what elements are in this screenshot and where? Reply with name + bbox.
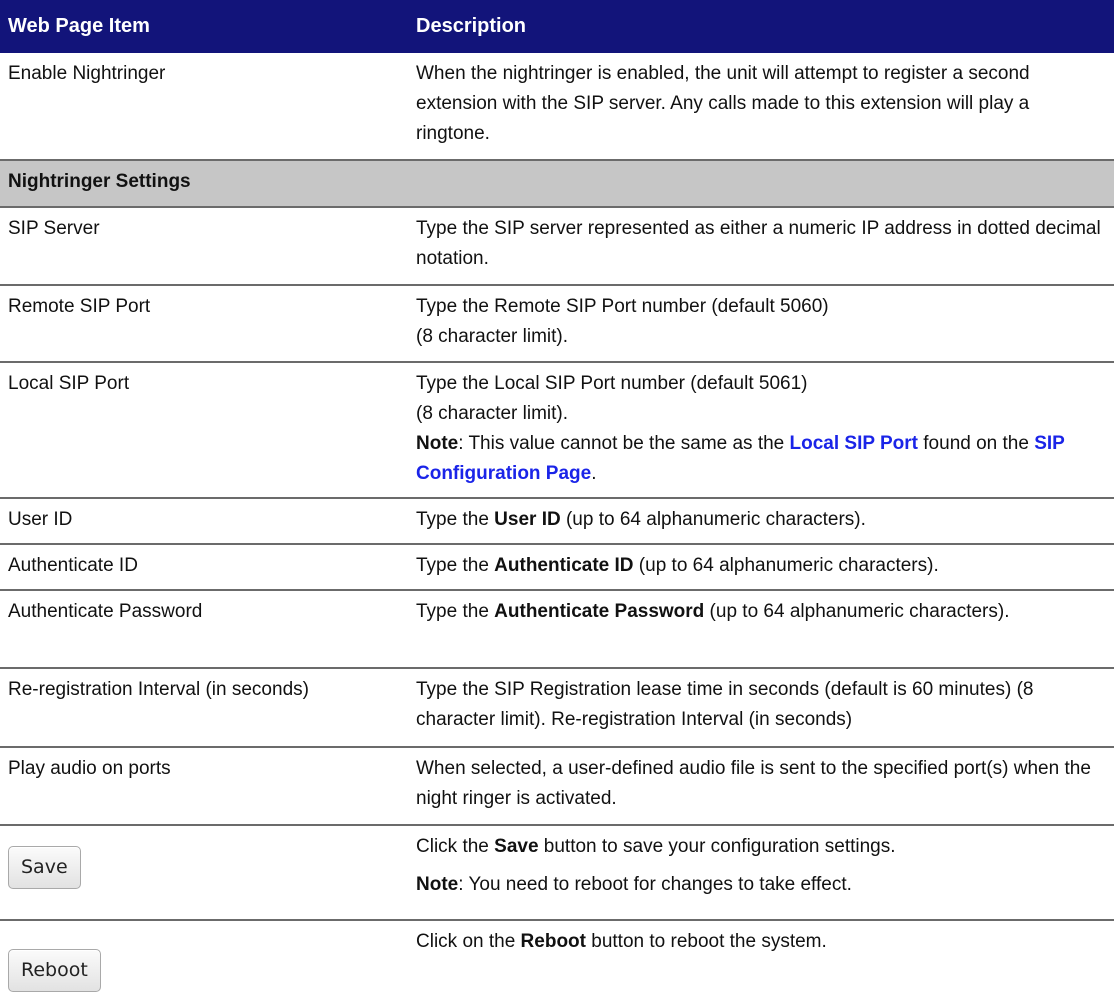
header-web-page-item: Web Page Item	[8, 15, 150, 37]
item-label: Remote SIP Port	[8, 296, 151, 317]
item-description: When selected, a user-defined audio file…	[416, 758, 1091, 809]
local-sip-port-link[interactable]: Local SIP Port	[790, 433, 918, 454]
note-text: Note: This value cannot be the same as t…	[416, 429, 1106, 489]
item-label: User ID	[8, 509, 73, 530]
desc-line: (8 character limit).	[416, 403, 569, 424]
item-description: Type the Authenticate ID (up to 64 alpha…	[410, 545, 1114, 589]
item-description: Type the Authenticate Password (up to 64…	[410, 591, 1114, 667]
item-description: Type the SIP Registration lease time in …	[416, 679, 1034, 730]
table-row-play-audio-on-ports: Play audio on ports When selected, a use…	[0, 748, 1114, 826]
desc-line: Type the Local SIP Port number (default …	[416, 373, 808, 394]
item-description: Type the Remote SIP Port number (default…	[410, 286, 1114, 361]
desc-fragment: Click on the	[416, 931, 521, 952]
note-fragment: found on the	[918, 433, 1035, 454]
note-fragment: : This value cannot be the same as the	[458, 433, 790, 454]
note-fragment: : You need to reboot for changes to take…	[458, 874, 852, 895]
table-row-user-id: User ID Type the User ID (up to 64 alpha…	[0, 499, 1114, 545]
desc-line: (8 character limit).	[416, 326, 569, 347]
note-label: Note	[416, 433, 459, 454]
note-text: Note: You need to reboot for changes to …	[416, 870, 1106, 900]
table-row-sip-server: SIP Server Type the SIP server represent…	[0, 208, 1114, 286]
note-label: Note	[416, 874, 459, 895]
desc-fragment: button to reboot the system.	[585, 931, 827, 952]
table-row-local-sip-port: Local SIP Port Type the Local SIP Port n…	[0, 363, 1114, 499]
table-header: Web Page Item Description	[0, 0, 1114, 53]
table-row-enable-nightringer: Enable Nightringer When the nightringer …	[0, 53, 1114, 161]
item-button-cell: Reboot	[0, 921, 410, 1006]
desc-bold: Authenticate Password	[494, 601, 705, 622]
settings-table: Web Page Item Description Enable Nightri…	[0, 0, 1114, 1006]
item-description: Type the User ID (up to 64 alphanumeric …	[410, 499, 1114, 543]
save-button[interactable]: Save	[8, 846, 81, 889]
item-label: SIP Server	[8, 218, 100, 239]
item-description: Click the Save button to save your confi…	[410, 826, 1114, 919]
table-row-authenticate-id: Authenticate ID Type the Authenticate ID…	[0, 545, 1114, 591]
table-row-authenticate-password: Authenticate Password Type the Authentic…	[0, 591, 1114, 669]
desc-fragment: Type the	[416, 509, 495, 530]
desc-fragment: Type the	[416, 555, 495, 576]
item-description: Click on the Reboot button to reboot the…	[410, 921, 1114, 1006]
desc-fragment: (up to 64 alphanumeric characters).	[704, 601, 1010, 622]
desc-line: Type the Remote SIP Port number (default…	[416, 296, 829, 317]
desc-bold: Reboot	[520, 931, 586, 952]
reboot-button[interactable]: Reboot	[8, 949, 101, 992]
table-row-save: Save Click the Save button to save your …	[0, 826, 1114, 921]
item-label: Local SIP Port	[8, 373, 130, 394]
item-label: Authenticate ID	[8, 555, 138, 576]
item-label: Re-registration Interval (in seconds)	[8, 679, 309, 700]
desc-fragment: button to save your configuration settin…	[538, 836, 896, 857]
table-row-re-registration-interval: Re-registration Interval (in seconds) Ty…	[0, 669, 1114, 748]
desc-fragment: (up to 64 alphanumeric characters).	[633, 555, 939, 576]
desc-bold: Authenticate ID	[494, 555, 634, 576]
item-button-cell: Save	[0, 826, 410, 919]
item-description: Type the Local SIP Port number (default …	[410, 363, 1114, 497]
item-label: Authenticate Password	[8, 601, 203, 622]
desc-bold: Save	[494, 836, 539, 857]
desc-fragment: Click the	[416, 836, 495, 857]
item-description: Type the SIP server represented as eithe…	[416, 218, 1101, 269]
table-row-reboot: Reboot Click on the Reboot button to reb…	[0, 921, 1114, 1006]
item-label: Play audio on ports	[8, 758, 171, 779]
header-description: Description	[416, 15, 527, 37]
table-row-remote-sip-port: Remote SIP Port Type the Remote SIP Port…	[0, 286, 1114, 363]
item-description: When the nightringer is enabled, the uni…	[416, 63, 1030, 144]
item-label: Enable Nightringer	[8, 63, 166, 84]
desc-bold: User ID	[494, 509, 561, 530]
section-nightringer-settings: Nightringer Settings	[0, 161, 1114, 208]
desc-line: Click the Save button to save your confi…	[416, 832, 1106, 862]
desc-fragment: Type the	[416, 601, 495, 622]
desc-fragment: (up to 64 alphanumeric characters).	[560, 509, 866, 530]
note-fragment: .	[591, 463, 597, 484]
